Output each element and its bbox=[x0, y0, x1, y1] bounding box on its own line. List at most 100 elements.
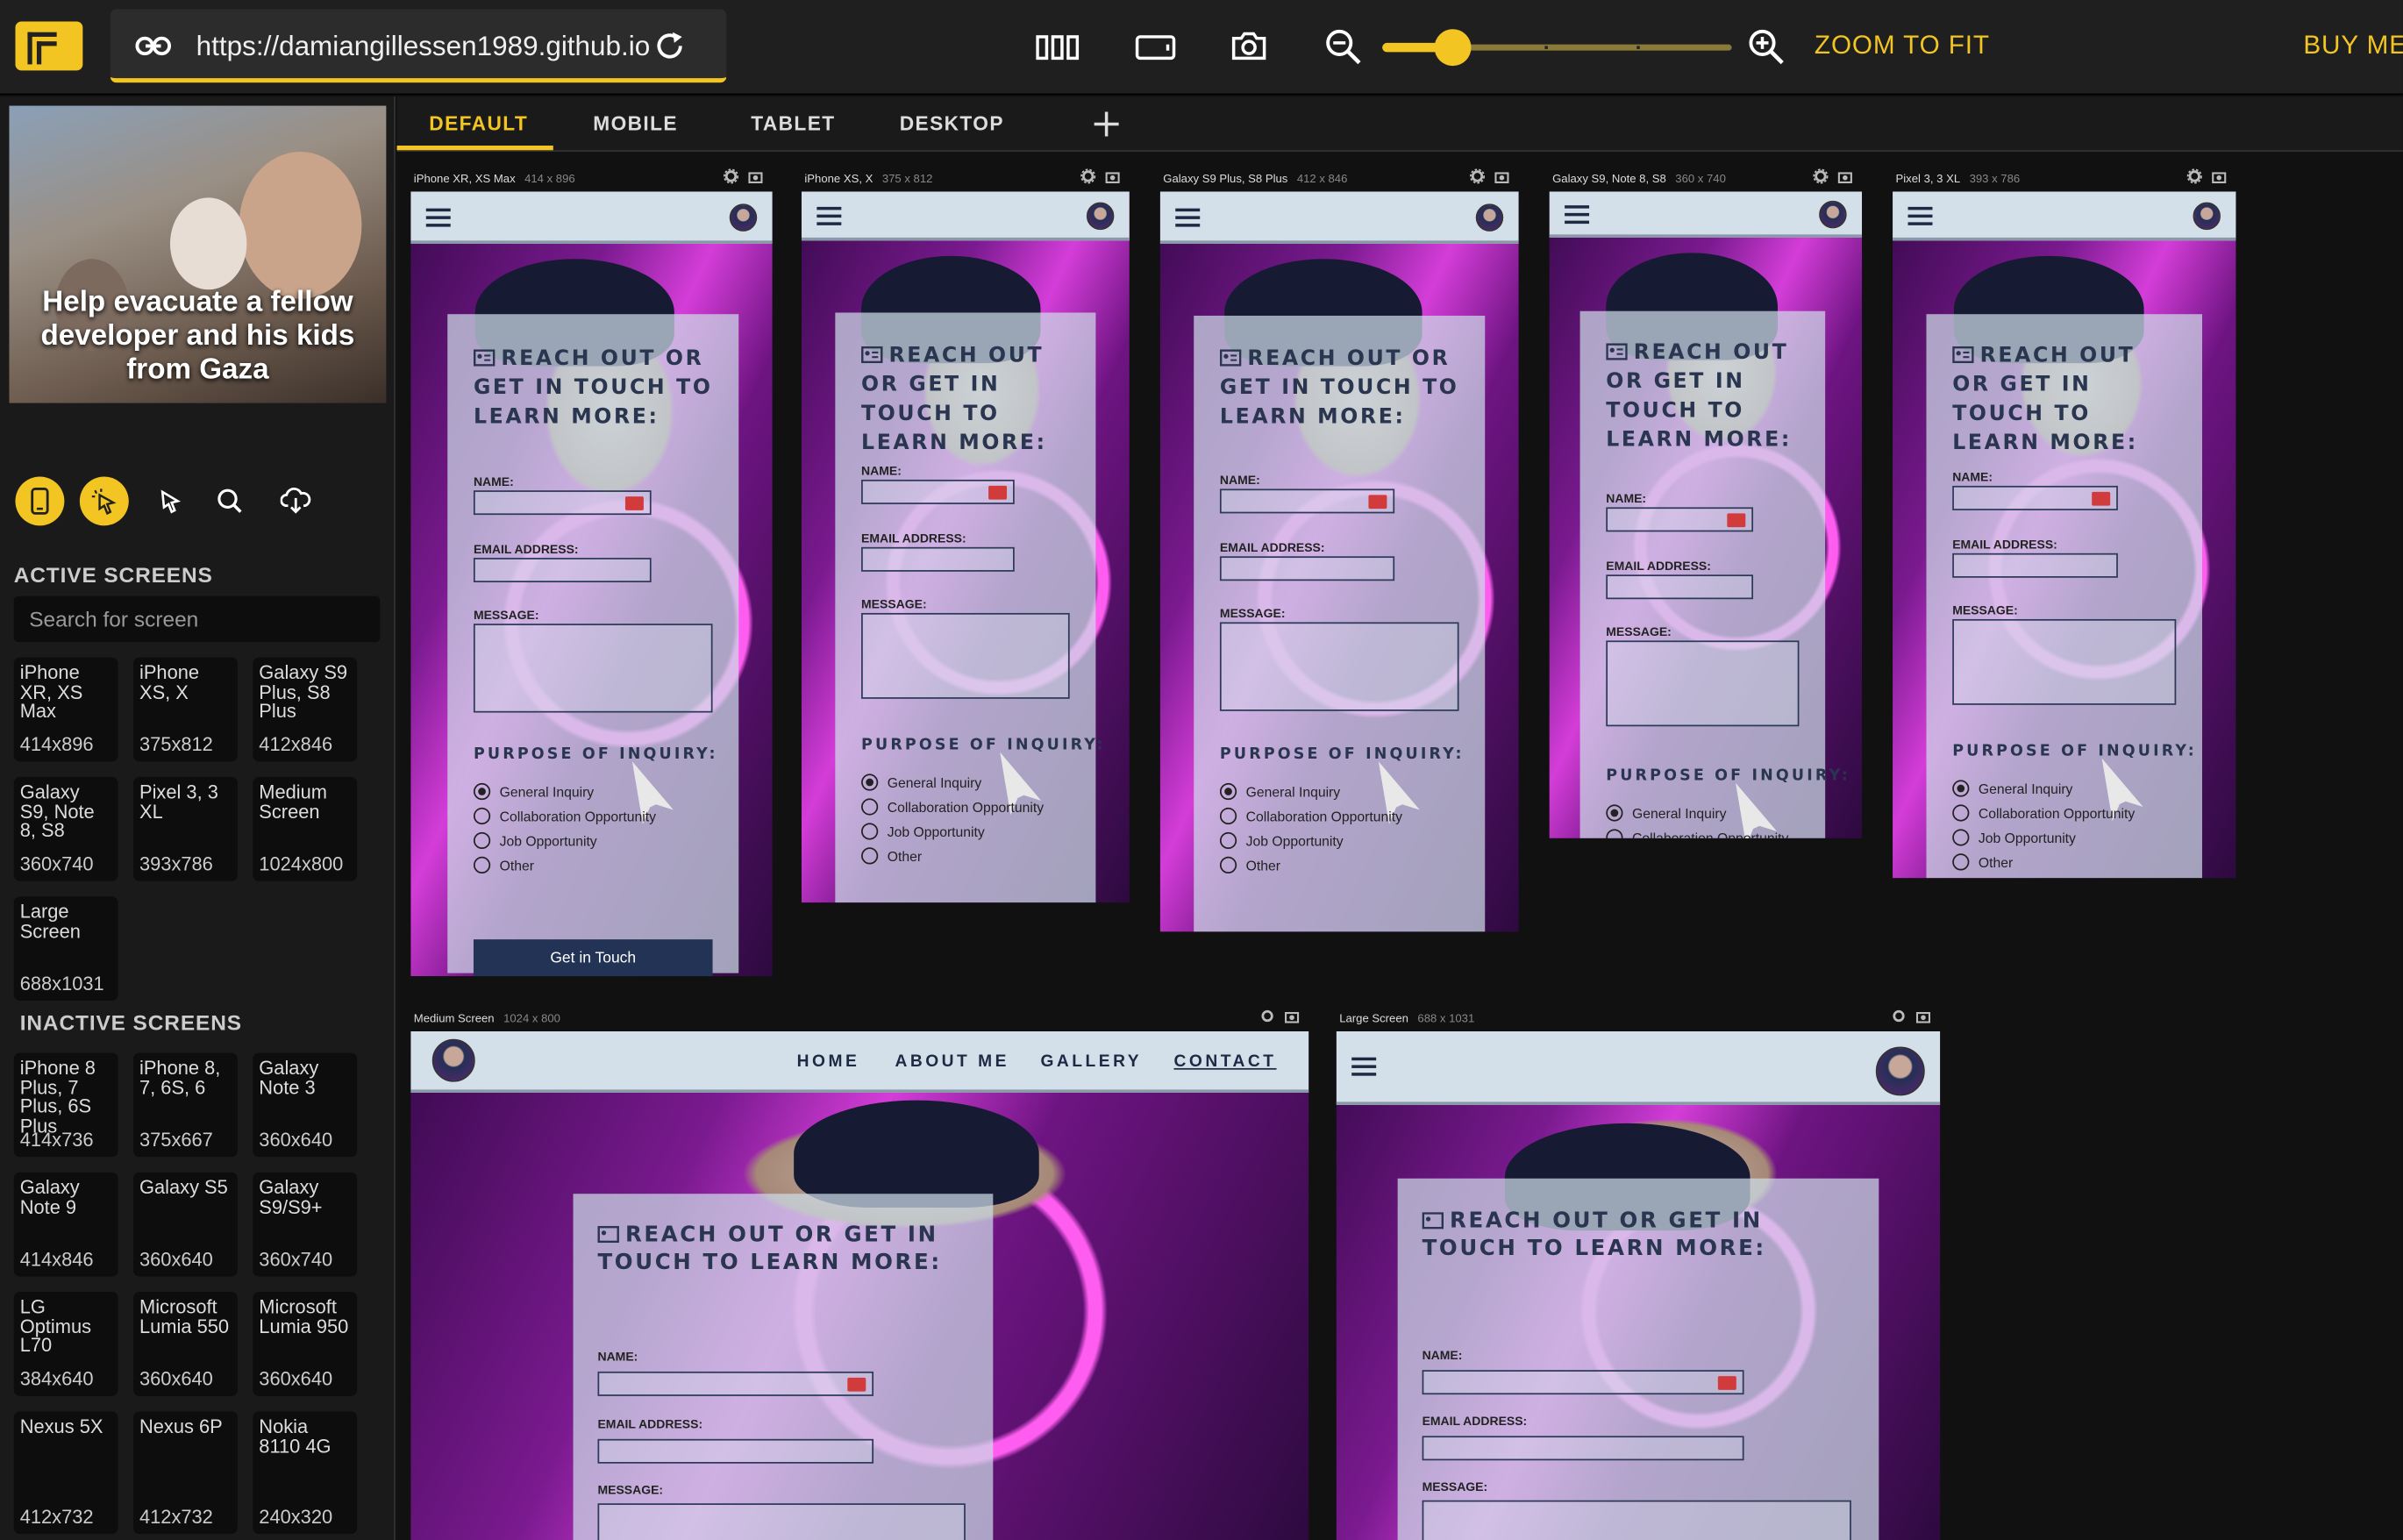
name-field[interactable] bbox=[1219, 488, 1395, 514]
screen-card[interactable]: Galaxy Note 9 414x846 bbox=[13, 1172, 118, 1277]
gear-icon[interactable] bbox=[1259, 1009, 1274, 1023]
device-viewport[interactable]: REACH OUT OR GET IN TOUCH TO LEARN MORE:… bbox=[1549, 191, 1863, 838]
password-manager-icon[interactable] bbox=[988, 485, 1008, 499]
gear-icon[interactable] bbox=[1080, 168, 1096, 184]
password-manager-icon[interactable] bbox=[624, 496, 644, 510]
radio-circle[interactable] bbox=[1219, 831, 1237, 850]
search-tool-button[interactable] bbox=[205, 476, 254, 525]
nav-link[interactable]: GALLERY bbox=[1040, 1052, 1142, 1071]
inquiry-radio-option[interactable]: Other bbox=[1952, 853, 2013, 871]
inquiry-radio-option[interactable]: General Inquiry bbox=[1952, 780, 2072, 797]
site-avatar[interactable] bbox=[1819, 200, 1847, 229]
email-field[interactable] bbox=[1606, 574, 1754, 600]
screen-card[interactable]: iPhone XS, X 375x812 bbox=[133, 657, 238, 762]
tab-desktop[interactable]: DESKTOP bbox=[900, 112, 1004, 135]
inquiry-radio-option[interactable]: General Inquiry bbox=[1606, 804, 1727, 822]
radio-circle[interactable] bbox=[1219, 782, 1237, 801]
site-avatar[interactable] bbox=[729, 203, 758, 232]
radio-circle[interactable] bbox=[1606, 829, 1623, 838]
gear-icon[interactable] bbox=[2186, 168, 2202, 184]
screen-card[interactable]: iPhone 8, 7, 6S, 6 375x667 bbox=[133, 1052, 238, 1158]
radio-circle[interactable] bbox=[1952, 829, 1970, 846]
device-viewport[interactable]: REACH OUT OR GET IN TOUCH TO LEARN MORE:… bbox=[801, 191, 1130, 903]
name-field[interactable] bbox=[1606, 507, 1754, 532]
cursor-sparkle-button[interactable] bbox=[79, 476, 129, 526]
message-field[interactable] bbox=[473, 624, 713, 713]
url-text[interactable]: https://damiangillessen1989.github.io bbox=[196, 31, 650, 63]
app-logo-icon[interactable] bbox=[15, 21, 83, 71]
screen-card[interactable]: Galaxy Note 3 360x640 bbox=[253, 1052, 358, 1158]
inquiry-radio-option[interactable]: General Inquiry bbox=[1219, 782, 1340, 801]
screen-card[interactable]: Nexus 6P 412x732 bbox=[133, 1411, 238, 1535]
radio-circle[interactable] bbox=[1606, 804, 1623, 822]
camera-icon[interactable] bbox=[1105, 168, 1120, 183]
email-field[interactable] bbox=[473, 558, 652, 583]
device-viewport[interactable]: REACH OUT OR GET IN TOUCH TO LEARN MORE:… bbox=[410, 191, 773, 977]
url-bar[interactable]: https://damiangillessen1989.github.io bbox=[110, 9, 727, 83]
radio-circle[interactable] bbox=[861, 798, 879, 816]
radio-circle[interactable] bbox=[1952, 853, 1970, 871]
hamburger-menu-icon[interactable] bbox=[1175, 208, 1201, 227]
device-viewport[interactable]: REACH OUT OR GET IN TOUCH TO LEARN MORE:… bbox=[1159, 191, 1519, 932]
email-field[interactable] bbox=[861, 546, 1015, 572]
inquiry-radio-option[interactable]: Collaboration Opportunity bbox=[861, 798, 1044, 816]
screen-card[interactable]: Nexus 5X 412x732 bbox=[13, 1411, 118, 1535]
site-avatar[interactable] bbox=[2193, 202, 2221, 231]
device-viewport[interactable]: REACH OUT OR GET IN TOUCH TO LEARN MORE:… bbox=[1893, 191, 2236, 879]
hamburger-menu-icon[interactable] bbox=[1351, 1057, 1377, 1076]
password-manager-icon[interactable] bbox=[2092, 491, 2111, 505]
hamburger-menu-icon[interactable] bbox=[1565, 205, 1590, 225]
name-field[interactable] bbox=[473, 490, 652, 516]
screenshot-camera-icon[interactable] bbox=[1230, 29, 1267, 62]
screen-card[interactable]: Galaxy S5 360x640 bbox=[133, 1172, 238, 1277]
inquiry-radio-option[interactable]: Other bbox=[861, 847, 922, 865]
email-field[interactable] bbox=[1952, 553, 2118, 578]
buy-me-a-coffee-link[interactable]: BUY ME A COFFEE bbox=[2303, 31, 2403, 61]
download-button[interactable] bbox=[271, 476, 320, 525]
radio-circle[interactable] bbox=[1219, 807, 1237, 825]
hamburger-menu-icon[interactable] bbox=[1907, 206, 1933, 225]
message-field[interactable] bbox=[1952, 618, 2177, 705]
inquiry-radio-option[interactable]: Job Opportunity bbox=[1219, 831, 1344, 850]
radio-circle[interactable] bbox=[861, 774, 879, 791]
camera-icon[interactable] bbox=[748, 168, 763, 183]
radio-circle[interactable] bbox=[861, 823, 879, 840]
radio-circle[interactable] bbox=[861, 847, 879, 865]
inquiry-radio-option[interactable]: Collaboration Opportunity bbox=[473, 807, 656, 825]
nav-link[interactable]: CONTACT bbox=[1174, 1052, 1277, 1071]
password-manager-icon[interactable] bbox=[1727, 512, 1746, 527]
site-avatar[interactable] bbox=[431, 1038, 475, 1082]
tab-mobile[interactable]: MOBILE bbox=[593, 112, 678, 135]
touch-mode-button[interactable] bbox=[15, 476, 65, 526]
password-manager-icon[interactable] bbox=[1717, 1375, 1736, 1390]
zoom-to-fit-button[interactable]: ZOOM TO FIT bbox=[1815, 31, 1990, 61]
inquiry-radio-option[interactable]: General Inquiry bbox=[473, 782, 594, 801]
radio-circle[interactable] bbox=[473, 831, 491, 850]
hamburger-menu-icon[interactable] bbox=[816, 206, 842, 225]
message-field[interactable] bbox=[1606, 640, 1800, 727]
email-field[interactable] bbox=[1422, 1436, 1744, 1461]
gaza-banner[interactable]: Help evacuate a fellow developer and his… bbox=[9, 105, 387, 403]
screen-card[interactable]: Microsoft Lumia 950 360x640 bbox=[253, 1292, 358, 1396]
reload-icon[interactable] bbox=[652, 29, 686, 62]
inquiry-radio-option[interactable]: Collaboration Opportunity bbox=[1219, 807, 1402, 825]
radio-circle[interactable] bbox=[473, 856, 491, 874]
screen-card[interactable]: iPhone XR, XS Max 414x896 bbox=[13, 657, 118, 762]
message-field[interactable] bbox=[597, 1503, 966, 1540]
get-in-touch-button[interactable]: Get in Touch bbox=[473, 939, 713, 977]
screen-card[interactable]: Nokia 8110 4G 240x320 bbox=[253, 1411, 358, 1535]
screen-search-input[interactable]: Search for screen bbox=[13, 595, 381, 643]
screen-card[interactable]: Galaxy S9/S9+ 360x740 bbox=[253, 1172, 358, 1277]
screen-card[interactable]: iPhone 8 Plus, 7 Plus, 6S Plus 414x736 bbox=[13, 1052, 118, 1158]
device-viewport[interactable]: HOME ABOUT ME GALLERY CONTACT REACH OUT OR G… bbox=[410, 1031, 1309, 1540]
password-manager-icon[interactable] bbox=[1368, 494, 1387, 509]
email-field[interactable] bbox=[1219, 556, 1395, 581]
inquiry-radio-option[interactable]: Job Opportunity bbox=[473, 831, 597, 850]
site-avatar[interactable] bbox=[1475, 203, 1504, 232]
zoom-in-icon[interactable] bbox=[1747, 27, 1786, 67]
screen-card[interactable]: Galaxy S9, Note 8, S8 360x740 bbox=[13, 776, 118, 881]
zoom-out-icon[interactable] bbox=[1324, 27, 1364, 67]
message-field[interactable] bbox=[861, 612, 1070, 699]
gear-icon[interactable] bbox=[1891, 1009, 1906, 1023]
radio-circle[interactable] bbox=[1219, 856, 1237, 874]
